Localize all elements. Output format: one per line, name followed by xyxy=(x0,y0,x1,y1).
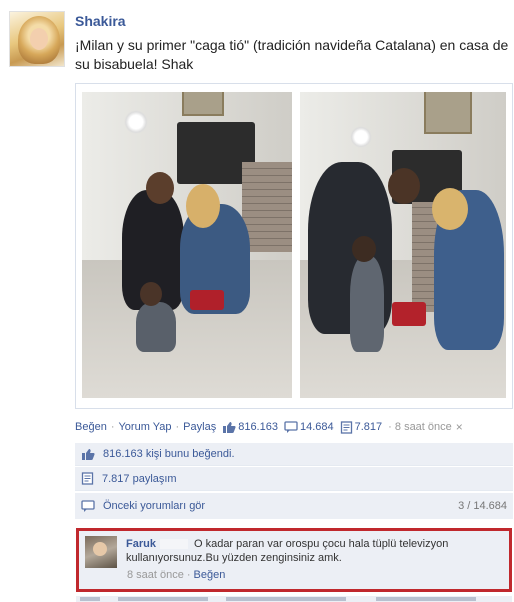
comment-link[interactable]: Yorum Yap xyxy=(118,421,171,433)
share-document-icon xyxy=(81,472,94,485)
comment-count-stat[interactable]: 14.684 xyxy=(284,420,334,434)
separator: · xyxy=(186,569,191,581)
post-message: ¡Milan y su primer "caga tió" (tradición… xyxy=(75,37,509,72)
like-count: 816.163 xyxy=(238,421,278,433)
comment-body: Faruk O kadar paran var orospu çocu hala … xyxy=(126,537,506,565)
likes-summary-link[interactable]: 816.163 kişi bunu beğendi. xyxy=(103,448,235,460)
like-link[interactable]: Beğen xyxy=(75,421,107,433)
comment-item: Faruk O kadar paran var orospu çocu hala … xyxy=(76,528,512,592)
comment-timestamp[interactable]: 8 saat önce xyxy=(127,569,184,581)
share-count: 7.817 xyxy=(354,421,383,433)
separator: · xyxy=(175,421,180,433)
comment-progress: 3 / 14.684 xyxy=(458,500,507,512)
shares-summary-link[interactable]: 7.817 paylaşım xyxy=(102,473,177,485)
share-link[interactable]: Paylaş xyxy=(183,421,216,433)
photo-album[interactable] xyxy=(75,83,513,409)
post-author[interactable]: Shakira xyxy=(75,13,126,29)
share-document-icon xyxy=(340,420,352,434)
previous-comments-row: Önceki yorumları gör 3 / 14.684 xyxy=(75,493,513,519)
thumbs-up-icon xyxy=(82,448,95,460)
comment-bubble-icon xyxy=(81,499,95,512)
redacted-surname xyxy=(159,539,188,550)
view-previous-comments-link[interactable]: Önceki yorumları gör xyxy=(103,500,205,512)
thumbs-up-icon xyxy=(223,421,236,433)
photo-left[interactable] xyxy=(82,92,292,398)
timestamp-text: 8 saat önce xyxy=(394,421,452,433)
next-comment-peek xyxy=(76,596,512,602)
shares-summary: 7.817 paylaşım xyxy=(75,467,513,491)
comment-bubble-icon xyxy=(284,420,298,433)
separator: · xyxy=(110,421,115,433)
close-icon[interactable]: × xyxy=(456,420,463,434)
likes-summary: 816.163 kişi bunu beğendi. xyxy=(75,443,513,466)
comment-count: 14.684 xyxy=(299,421,334,433)
avatar-face xyxy=(30,28,48,50)
author-avatar[interactable] xyxy=(9,11,65,67)
commenter-avatar[interactable] xyxy=(85,536,117,568)
comment-meta: 8 saat önce · Beğen xyxy=(127,569,225,581)
share-count-stat[interactable]: 7.817 xyxy=(340,420,383,434)
commenter-name[interactable]: Faruk xyxy=(126,538,156,550)
post-actions: Beğen · Yorum Yap · Paylaş 816.163 14.68… xyxy=(75,420,513,434)
photo-right[interactable] xyxy=(300,92,506,398)
separator: · xyxy=(388,421,392,433)
post-timestamp[interactable]: · 8 saat önce xyxy=(388,421,452,433)
comment-like-link[interactable]: Beğen xyxy=(194,569,226,581)
like-count-stat[interactable]: 816.163 xyxy=(222,421,278,434)
